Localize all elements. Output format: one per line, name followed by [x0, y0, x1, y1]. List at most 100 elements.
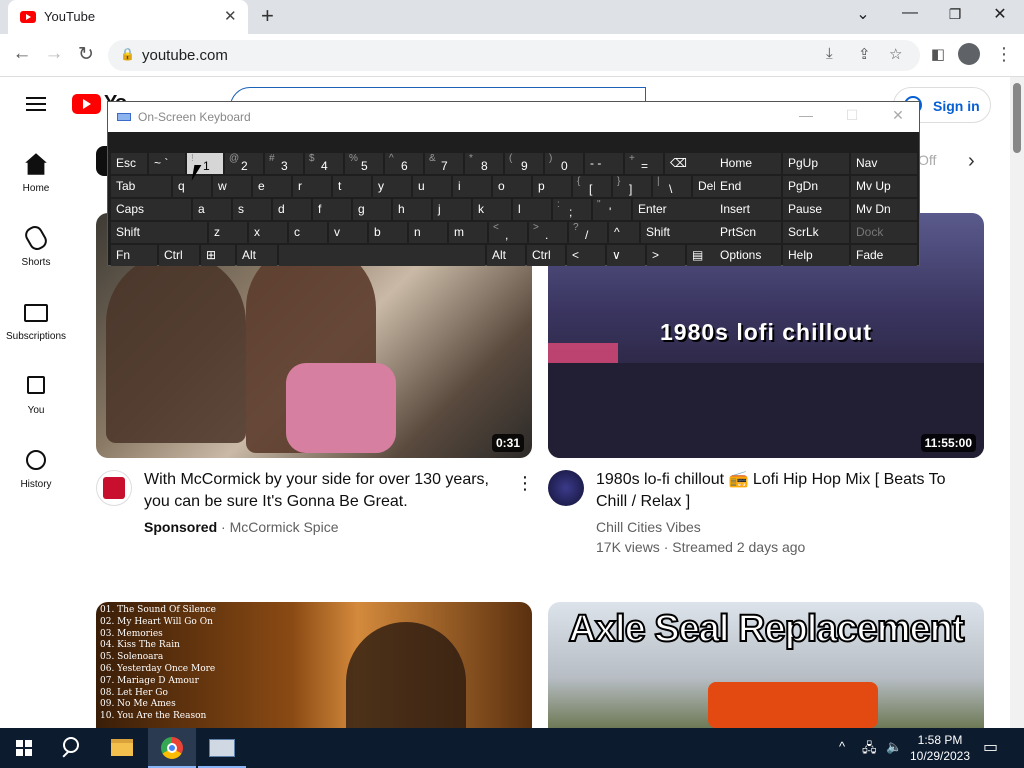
osk-key[interactable]: ? / [569, 222, 607, 243]
osk-key[interactable]: Fn [111, 245, 157, 266]
restore-window-icon[interactable]: ❐ [940, 6, 970, 23]
channel-name[interactable]: Chill Cities Vibes [596, 519, 701, 535]
osk-key[interactable]: e [253, 176, 291, 197]
video-thumbnail[interactable]: Axle Seal Replacement [548, 602, 984, 728]
minimize-window-icon[interactable]: — [895, 4, 925, 22]
osk-key[interactable]: {[ [573, 176, 611, 197]
start-button[interactable] [0, 728, 48, 768]
file-explorer-button[interactable] [98, 728, 146, 768]
browser-tab[interactable]: YouTube ✕ [8, 0, 248, 34]
osk-taskbar-button[interactable] [198, 728, 246, 768]
osk-key[interactable]: ^ 6 [385, 153, 423, 174]
osk-key[interactable]: + = [625, 153, 663, 174]
osk-key[interactable]: p [533, 176, 571, 197]
osk-key[interactable]: Shift [111, 222, 207, 243]
network-icon[interactable]: 🖧 [862, 739, 877, 761]
osk-key[interactable]: m [449, 222, 487, 243]
osk-nav-key[interactable]: Home [715, 153, 781, 174]
osk-key[interactable]: k [473, 199, 511, 220]
osk-nav-key[interactable]: Insert [715, 199, 781, 220]
browser-menu-icon[interactable]: ⋮ [995, 44, 1013, 65]
sidebar-item-home[interactable]: Home [0, 140, 72, 206]
osk-maximize-icon[interactable]: ☐ [840, 107, 864, 124]
osk-key[interactable]: o [493, 176, 531, 197]
osk-key[interactable]: a [193, 199, 231, 220]
channel-avatar[interactable] [548, 470, 584, 506]
osk-key[interactable]: g [353, 199, 391, 220]
osk-key[interactable]: > [647, 245, 685, 266]
hamburger-menu-icon[interactable] [26, 97, 46, 111]
tray-overflow-icon[interactable]: ^ [839, 739, 845, 754]
video-thumbnail[interactable]: 01. The Sound Of Silence 02. My Heart Wil… [96, 602, 532, 728]
video-title[interactable]: 1980s lo-fi chillout 📻 Lofi Hip Hop Mix … [596, 469, 976, 513]
osk-nav-key[interactable]: ScrLk [783, 222, 849, 243]
osk-key[interactable]: ~ ` [149, 153, 185, 174]
osk-key[interactable]: @2 [225, 153, 263, 174]
osk-key[interactable]: y [373, 176, 411, 197]
osk-key[interactable]: b [369, 222, 407, 243]
youtube-logo-icon[interactable] [72, 94, 101, 114]
sidebar-item-shorts[interactable]: Shorts [0, 214, 72, 280]
close-window-icon[interactable]: ✕ [985, 4, 1015, 24]
osk-key[interactable]: x [249, 222, 287, 243]
osk-key[interactable]: d [273, 199, 311, 220]
osk-key[interactable]: (9 [505, 153, 543, 174]
osk-key[interactable]: * 8 [465, 153, 503, 174]
osk-nav-key[interactable]: Dock [851, 222, 917, 243]
osk-key[interactable]: n [409, 222, 447, 243]
volume-icon[interactable]: 🔈 [886, 739, 902, 755]
channel-avatar[interactable] [96, 470, 132, 506]
osk-close-icon[interactable]: ✕ [886, 107, 910, 124]
chrome-taskbar-button[interactable] [148, 728, 196, 768]
scrollbar-thumb[interactable] [1013, 83, 1021, 153]
osk-key[interactable]: ⊞ [201, 245, 235, 266]
osk-key[interactable]: r [293, 176, 331, 197]
side-panel-icon[interactable]: ◧ [926, 45, 950, 63]
osk-nav-key[interactable]: Nav [851, 153, 917, 174]
forward-icon[interactable]: → [42, 43, 66, 65]
osk-minimize-icon[interactable]: — [794, 107, 818, 123]
address-bar[interactable]: 🔒 youtube.com ⤓ ⇪ ☆ [108, 40, 920, 71]
osk-titlebar[interactable]: On-Screen Keyboard — ☐ ✕ [108, 102, 919, 132]
share-icon[interactable]: ⇪ [858, 45, 871, 63]
channel-name[interactable]: McCormick Spice [230, 519, 339, 535]
install-icon[interactable]: ⤓ [826, 45, 833, 62]
osk-nav-key[interactable]: Fade [851, 245, 917, 266]
osk-key[interactable]: Alt [237, 245, 277, 266]
osk-key[interactable]: & 7 [425, 153, 463, 174]
osk-key[interactable]: #3 [265, 153, 303, 174]
osk-key[interactable]: u [413, 176, 451, 197]
sidebar-item-subscriptions[interactable]: Subscriptions [0, 288, 72, 354]
osk-key[interactable]: j [433, 199, 471, 220]
osk-key[interactable]: ) 0 [545, 153, 583, 174]
osk-key[interactable]: w [213, 176, 251, 197]
osk-key[interactable]: l [513, 199, 551, 220]
osk-key[interactable]: Tab [111, 176, 171, 197]
chips-next-icon[interactable]: › [968, 150, 975, 173]
osk-key[interactable]: Shift [641, 222, 725, 243]
osk-key[interactable]: }] [613, 176, 651, 197]
osk-key[interactable]: ▤ [687, 245, 717, 266]
osk-key[interactable]: ∨ [607, 245, 645, 266]
osk-nav-key[interactable]: Options [715, 245, 781, 266]
osk-key[interactable]: Alt [487, 245, 525, 266]
osk-nav-key[interactable]: Help [783, 245, 849, 266]
osk-nav-key[interactable]: PgUp [783, 153, 849, 174]
osk-nav-key[interactable]: Mv Up [851, 176, 917, 197]
sidebar-item-history[interactable]: History [0, 436, 72, 502]
osk-key[interactable]: < [567, 245, 605, 266]
osk-key[interactable]: f [313, 199, 351, 220]
osk-key[interactable]: % 5 [345, 153, 383, 174]
osk-key[interactable]: Ctrl [527, 245, 565, 266]
new-tab-icon[interactable]: + [261, 3, 274, 29]
video-title[interactable]: With McCormick by your side for over 130… [144, 469, 500, 513]
tab-search-icon[interactable]: ⌄ [848, 4, 878, 24]
osk-key[interactable]: Esc [111, 153, 147, 174]
osk-key[interactable]: Caps [111, 199, 191, 220]
osk-key[interactable]: $4 [305, 153, 343, 174]
more-options-icon[interactable]: ⋮ [516, 473, 534, 494]
osk-nav-key[interactable]: PgDn [783, 176, 849, 197]
page-scrollbar[interactable] [1010, 77, 1024, 728]
osk-nav-key[interactable]: Pause [783, 199, 849, 220]
tab-close-icon[interactable]: ✕ [224, 7, 237, 25]
